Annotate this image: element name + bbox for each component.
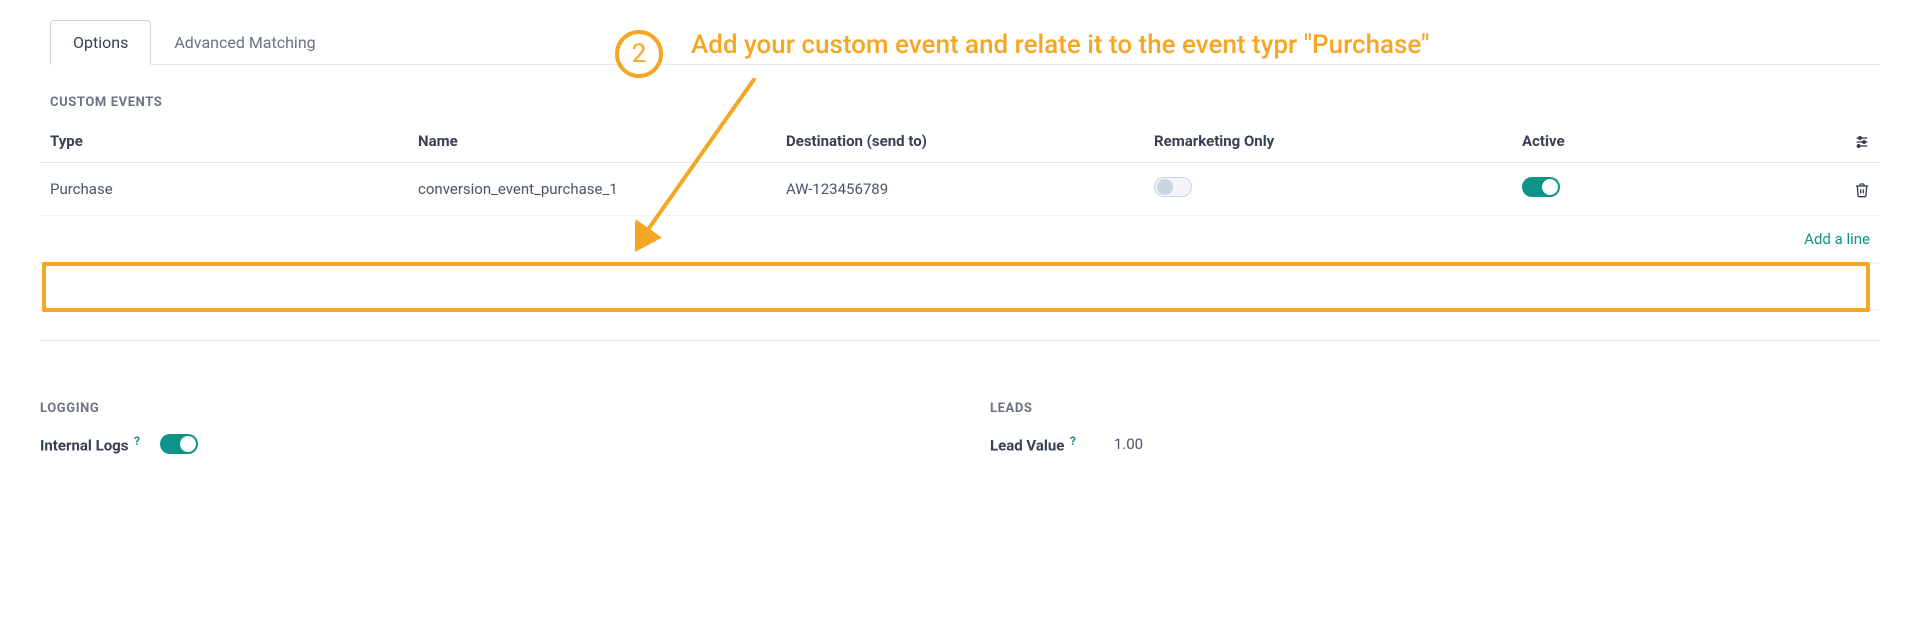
leads-title: LEADS (990, 401, 1880, 416)
cell-remarketing (1144, 163, 1512, 216)
internal-logs-help-icon[interactable]: ? (134, 434, 140, 448)
logging-title: LOGGING (40, 401, 930, 416)
col-destination[interactable]: Destination (send to) (776, 120, 1144, 163)
col-remarketing[interactable]: Remarketing Only (1144, 120, 1512, 163)
settings-icon[interactable] (1854, 132, 1870, 150)
empty-row (40, 264, 1880, 310)
trash-icon[interactable] (1854, 180, 1870, 198)
col-type[interactable]: Type (40, 120, 408, 163)
tab-options-label: Options (73, 33, 128, 52)
tab-advanced-label: Advanced Matching (174, 33, 315, 52)
cell-name[interactable]: conversion_event_purchase_1 (408, 163, 776, 216)
table-row[interactable]: Purchase conversion_event_purchase_1 AW-… (40, 163, 1880, 216)
col-name[interactable]: Name (408, 120, 776, 163)
cell-type[interactable]: Purchase (40, 163, 408, 216)
lead-value-label: Lead Value (990, 437, 1064, 455)
custom-events-table: Type Name Destination (send to) Remarket… (40, 120, 1880, 310)
internal-logs-label: Internal Logs (40, 437, 128, 455)
cell-actions (1806, 163, 1880, 216)
section-divider (40, 340, 1880, 341)
cell-destination[interactable]: AW-123456789 (776, 163, 1144, 216)
tab-bar: Options Advanced Matching (50, 20, 1880, 65)
tab-options[interactable]: Options (50, 20, 151, 65)
lead-value-field[interactable]: 1.00 (1114, 435, 1143, 453)
add-line-link[interactable]: Add a line (40, 216, 1880, 263)
active-toggle[interactable] (1522, 177, 1560, 197)
internal-logs-toggle[interactable] (160, 434, 198, 454)
custom-events-title: CUSTOM EVENTS (50, 95, 1880, 110)
lead-value-help-icon[interactable]: ? (1070, 434, 1076, 448)
remarketing-toggle[interactable] (1154, 177, 1192, 197)
col-active[interactable]: Active (1512, 120, 1806, 163)
tab-advanced-matching[interactable]: Advanced Matching (151, 20, 338, 65)
col-settings[interactable] (1806, 120, 1880, 163)
cell-active (1512, 163, 1806, 216)
